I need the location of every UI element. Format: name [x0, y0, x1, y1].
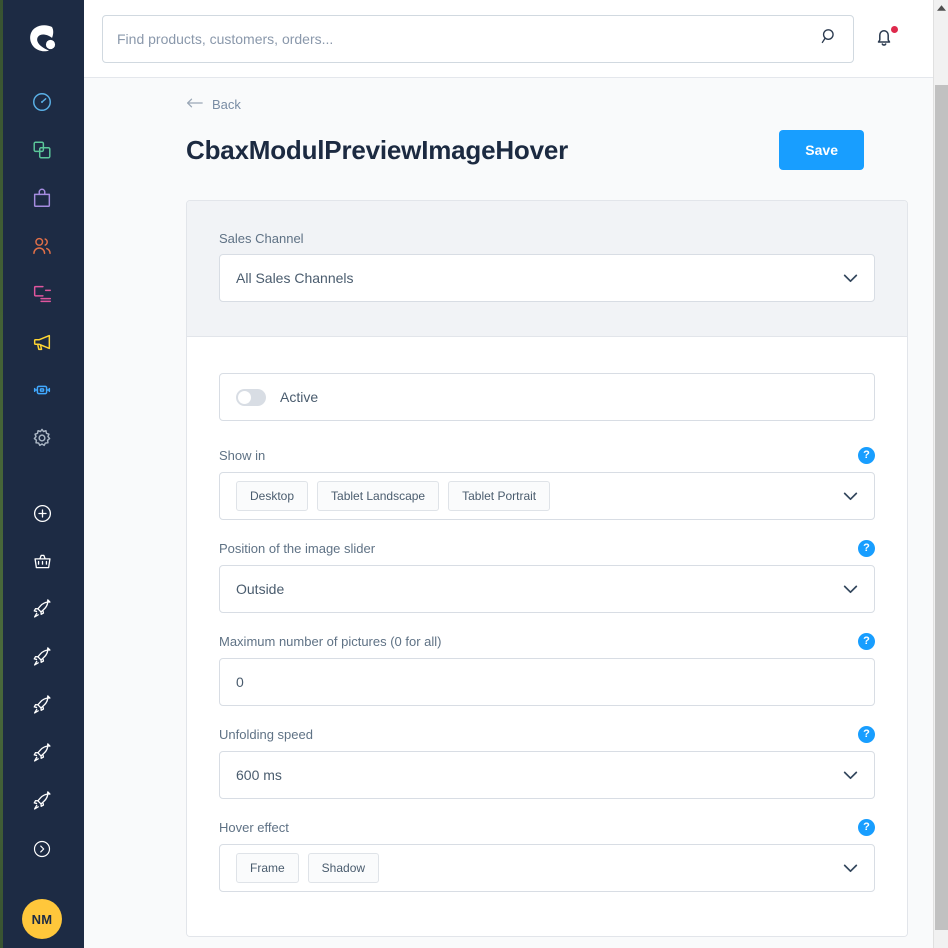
- basket-icon: [32, 551, 53, 572]
- chevron-right-circle-icon: [32, 839, 52, 859]
- title-row: CbaxModulPreviewImageHover Save: [84, 114, 948, 170]
- sidebar-item-content[interactable]: [0, 270, 84, 318]
- content-layout-icon: [31, 283, 53, 305]
- plus-circle-icon: [32, 503, 53, 524]
- sidebar-item-customers[interactable]: [0, 222, 84, 270]
- unfolding-speed-select[interactable]: 600 ms: [219, 751, 875, 799]
- back-link[interactable]: Back: [186, 97, 241, 112]
- help-circle-icon[interactable]: ?: [858, 726, 875, 743]
- tag-item[interactable]: Frame: [236, 853, 299, 883]
- sales-channel-label: Sales Channel: [219, 231, 304, 246]
- tag-item[interactable]: Shadow: [307, 853, 380, 883]
- max-pictures-input-wrap[interactable]: 0: [219, 658, 875, 706]
- sidebar-item-extensions[interactable]: [0, 366, 84, 414]
- sidebar-item-basket-app[interactable]: [0, 537, 84, 585]
- users-icon: [31, 235, 53, 257]
- help-circle-icon[interactable]: ?: [858, 447, 875, 464]
- scrollbar-thumb[interactable]: [935, 85, 948, 930]
- avatar[interactable]: NM: [22, 899, 62, 939]
- sidebar-item-rocket-app-4[interactable]: [0, 729, 84, 777]
- sidebar-item-settings[interactable]: [0, 414, 84, 462]
- sales-channel-value: All Sales Channels: [236, 270, 354, 286]
- sales-channel-select[interactable]: All Sales Channels: [219, 254, 875, 302]
- help-circle-icon[interactable]: ?: [858, 819, 875, 836]
- chevron-down-icon[interactable]: [843, 770, 858, 780]
- field-show-in: Show in ? Desktop Tablet Landscape Table…: [219, 447, 875, 520]
- rocket-icon: [32, 790, 53, 812]
- chevron-down-icon[interactable]: [843, 273, 858, 283]
- position-select[interactable]: Outside: [219, 565, 875, 613]
- sidebar-item-add-app[interactable]: [0, 489, 84, 537]
- sidebar-item-rocket-app-1[interactable]: [0, 585, 84, 633]
- tag-item[interactable]: Desktop: [236, 481, 309, 511]
- sidebar-item-rocket-app-3[interactable]: [0, 681, 84, 729]
- field-label: Unfolding speed: [219, 727, 313, 742]
- chevron-down-icon[interactable]: [843, 863, 858, 873]
- field-maximum-number-of-pictures: Maximum number of pictures (0 for all) ?…: [219, 633, 875, 706]
- back-label: Back: [212, 97, 241, 112]
- megaphone-icon: [31, 331, 53, 353]
- field-label: Position of the image slider: [219, 541, 376, 556]
- avatar-initials: NM: [31, 911, 53, 927]
- sidebar-item-catalogues[interactable]: [0, 126, 84, 174]
- rocket-icon: [32, 598, 53, 620]
- field-label: Maximum number of pictures (0 for all): [219, 634, 442, 649]
- sidebar-accent-stripe: [0, 0, 3, 948]
- topbar: [84, 0, 948, 78]
- shopware-logo[interactable]: [0, 0, 84, 78]
- field-position-of-the-image-slider: Position of the image slider ? Outside: [219, 540, 875, 613]
- scrollbar-up-arrow[interactable]: [934, 0, 948, 15]
- sidebar-item-marketing[interactable]: [0, 318, 84, 366]
- copy-squares-icon: [31, 139, 53, 161]
- bell-icon: [872, 29, 896, 53]
- gauge-icon: [31, 91, 53, 113]
- help-circle-icon[interactable]: ?: [858, 540, 875, 557]
- shopping-bag-icon: [31, 187, 53, 209]
- save-button[interactable]: Save: [779, 130, 864, 170]
- rocket-icon: [32, 646, 53, 668]
- sales-channel-section: Sales Channel All Sales Channels: [187, 201, 907, 337]
- rocket-icon: [32, 694, 53, 716]
- sidebar-item-rocket-app-5[interactable]: [0, 777, 84, 825]
- notification-bell[interactable]: [872, 24, 900, 53]
- plug-icon: [31, 379, 53, 401]
- card-body: Active Show in ? Desktop Tablet Landscap…: [187, 337, 907, 936]
- hover-effect-multiselect[interactable]: Frame Shadow: [219, 844, 875, 892]
- search-box[interactable]: [102, 14, 854, 63]
- page-scrollbar[interactable]: [933, 0, 948, 948]
- search-icon[interactable]: [820, 27, 839, 51]
- gear-icon: [31, 427, 53, 449]
- chevron-down-icon[interactable]: [843, 491, 858, 501]
- field-label: Hover effect: [219, 820, 289, 835]
- chevron-down-icon[interactable]: [843, 584, 858, 594]
- field-hover-effect: Hover effect ? Frame Shadow: [219, 819, 875, 892]
- field-unfolding-speed: Unfolding speed ? 600 ms: [219, 726, 875, 799]
- active-toggle-switch[interactable]: [236, 388, 266, 406]
- notification-badge: [890, 24, 899, 34]
- settings-card: Sales Channel All Sales Channels Active: [186, 200, 908, 937]
- tag-item[interactable]: Tablet Landscape: [317, 481, 440, 511]
- sidebar-item-dashboard[interactable]: [0, 78, 84, 126]
- sidebar: NM: [0, 0, 84, 948]
- toggle-knob: [238, 390, 251, 404]
- field-label: Show in: [219, 448, 266, 463]
- position-value: Outside: [236, 581, 285, 597]
- search-input[interactable]: [117, 30, 820, 47]
- tag-item[interactable]: Tablet Portrait: [448, 481, 551, 511]
- page-title: CbaxModulPreviewImageHover: [186, 134, 569, 165]
- main-content: Back CbaxModulPreviewImageHover Save Sal…: [84, 0, 948, 948]
- show-in-multiselect[interactable]: Desktop Tablet Landscape Tablet Portrait: [219, 472, 875, 520]
- sidebar-item-rocket-app-2[interactable]: [0, 633, 84, 681]
- sidebar-item-orders[interactable]: [0, 174, 84, 222]
- active-toggle-label: Active: [280, 389, 319, 405]
- unfolding-speed-value: 600 ms: [236, 767, 282, 783]
- sidebar-nav: [0, 78, 84, 873]
- sidebar-item-expand-menu[interactable]: [0, 825, 84, 873]
- rocket-icon: [32, 742, 53, 764]
- help-circle-icon[interactable]: ?: [858, 633, 875, 650]
- active-toggle-row[interactable]: Active: [219, 373, 875, 421]
- back-row: Back: [84, 78, 948, 114]
- max-pictures-input[interactable]: 0: [236, 674, 858, 690]
- arrow-left-icon: [186, 97, 203, 112]
